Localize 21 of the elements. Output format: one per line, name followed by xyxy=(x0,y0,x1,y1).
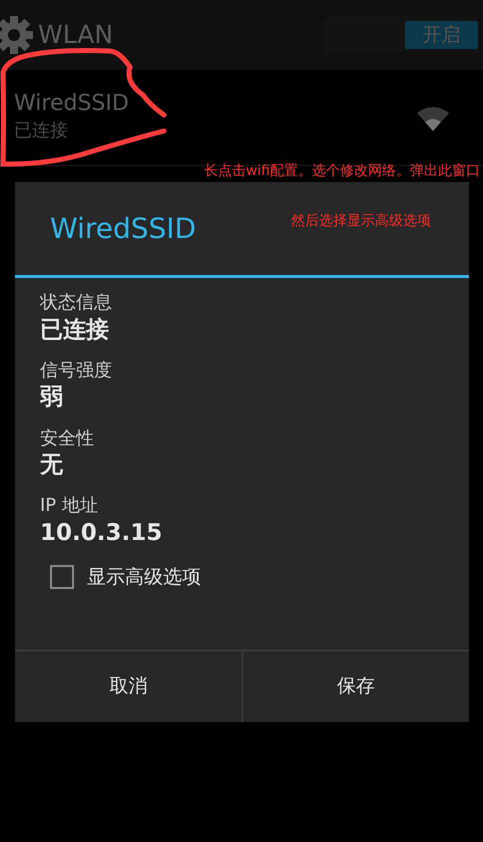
field-label: 状态信息 xyxy=(40,292,113,314)
field-value: 10.0.3.15 xyxy=(40,518,164,548)
annotation-note: 然后选择显示高级选项 xyxy=(291,212,431,231)
field-label: IP 地址 xyxy=(40,495,99,517)
dialog-button[interactable]: 取消 xyxy=(15,651,242,722)
checkbox[interactable] xyxy=(50,565,74,590)
dialog-title: WiredSSID xyxy=(50,210,196,246)
network-status: 已连接 xyxy=(14,119,69,144)
network-name: WiredSSID xyxy=(14,90,129,118)
dialog-button[interactable]: 保存 xyxy=(242,651,469,722)
checkbox-label: 显示高级选项 xyxy=(87,565,201,590)
field-value: 弱 xyxy=(40,383,64,412)
screen-title: WLAN xyxy=(38,19,114,52)
wifi-icon xyxy=(417,104,449,130)
switch-track[interactable]: 开启 xyxy=(326,18,478,52)
field-label: 信号强度 xyxy=(40,360,113,382)
settings-icon[interactable] xyxy=(0,15,34,55)
toggle-thumb[interactable]: 开启 xyxy=(405,21,478,49)
field-label: 安全性 xyxy=(40,428,95,450)
field-value: 已连接 xyxy=(40,316,110,345)
field-value: 无 xyxy=(40,451,64,480)
